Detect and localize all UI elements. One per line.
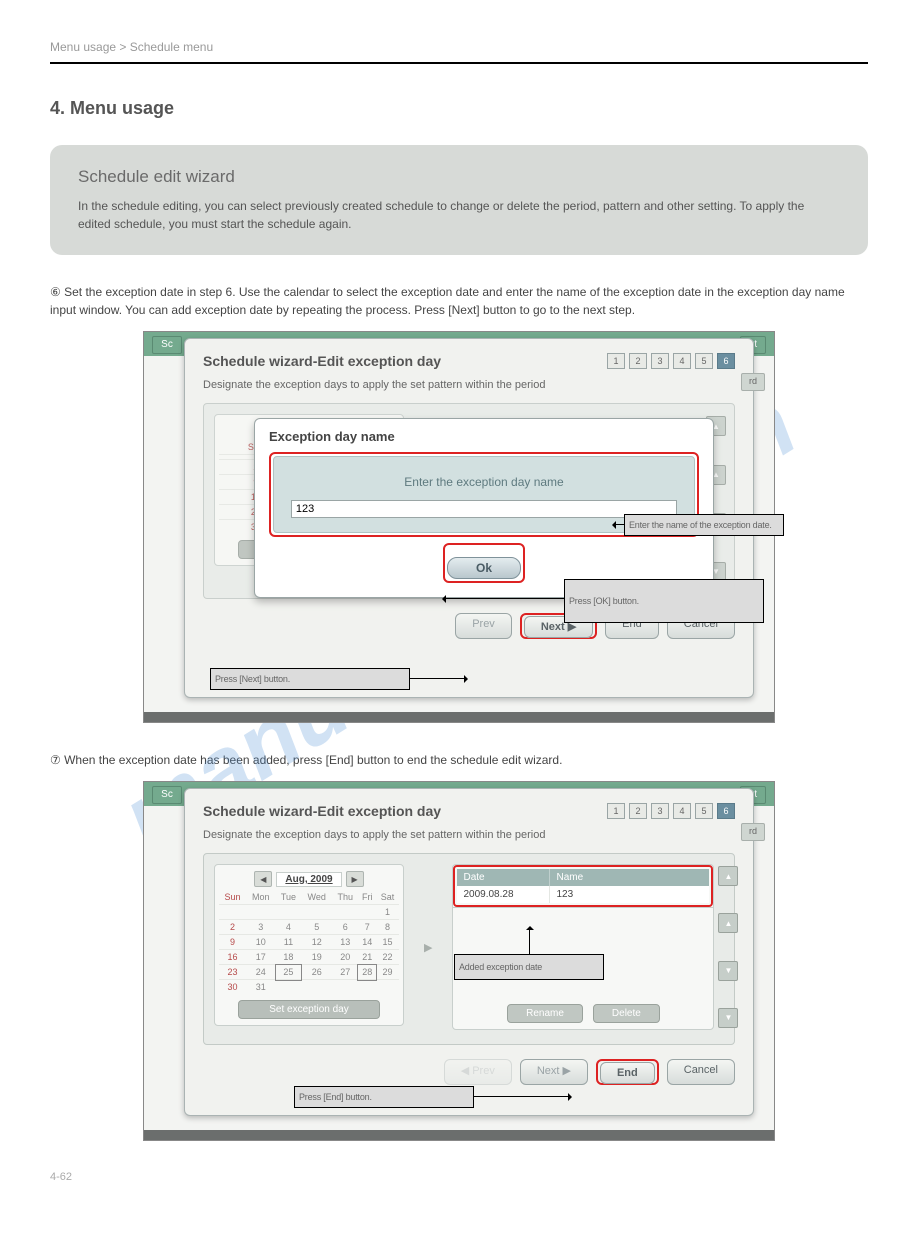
page-number: 4-62 [50,1171,868,1183]
next-button[interactable]: Next ▶ [520,1059,588,1085]
calendar-box: ◀ Aug, 2009 ▶ SunMonTueWedThuFriSat 1 23… [214,864,404,1026]
step-3[interactable]: 3 [651,803,669,819]
delete-button[interactable]: Delete [593,1004,660,1023]
prev-month-button[interactable]: ◀ [254,871,272,887]
callout-body: In the schedule editing, you can select … [78,197,840,233]
app-bottombar [144,712,774,722]
step-3[interactable]: 3 [651,353,669,369]
list-head-date: Date [457,869,550,886]
calendar-grid[interactable]: SunMonTueWedThuFriSat 1 2345678 91011121… [219,890,399,994]
tab-sc[interactable]: Sc [152,786,182,804]
set-exception-button[interactable]: Set exception day [238,1000,380,1019]
month-label[interactable]: Aug, 2009 [276,872,341,887]
step-2[interactable]: 2 [629,353,647,369]
step-2[interactable]: 2 [629,803,647,819]
wizard-desc: Designate the exception days to apply th… [203,829,735,841]
wizard-dialog: rd Schedule wizard-Edit exception day 1 … [184,788,754,1116]
end-button[interactable]: End [600,1062,655,1084]
list-head-name: Name [550,869,709,886]
scroll-col: ▲ ▲ ▼ ▼ [718,864,736,1030]
step-5[interactable]: 5 [695,803,713,819]
side-tab[interactable]: rd [741,373,765,391]
annot-line-3 [410,678,466,680]
step-indicator: 1 2 3 4 5 6 [607,353,735,369]
next-month-button[interactable]: ▶ [346,871,364,887]
callout-title: Schedule edit wizard [78,167,840,187]
annot-arrow-3 [464,675,472,683]
modal-title: Exception day name [269,429,699,444]
annot-added: Added exception date [454,954,604,980]
tab-sc[interactable]: Sc [152,336,182,354]
step-indicator: 1 2 3 4 5 6 [607,803,735,819]
step-1[interactable]: 1 [607,803,625,819]
list-wrap: Date Name 2009.08.28 123 Rename [452,864,714,1030]
annot-line-2 [444,598,564,600]
annot-end: Press [End] button. [294,1086,474,1108]
annot-input-name: Enter the name of the exception date. [624,514,784,536]
ok-button-highlight: Ok [443,543,525,583]
scroll-bottom-button[interactable]: ▼ [718,1008,738,1028]
step-5[interactable]: 5 [695,353,713,369]
wizard-panel: ◀ Aug, 2009 ▶ SunMonTueWedThuFriSat 1 23… [203,853,735,1045]
step-4[interactable]: 4 [673,353,691,369]
figure-2-wrap: Sc ut rd Schedule wizard-Edit exception … [50,781,868,1141]
step-4[interactable]: 4 [673,803,691,819]
callout-box: Schedule edit wizard In the schedule edi… [50,145,868,255]
prev-button[interactable]: Prev [455,613,512,639]
wizard-head: Schedule wizard-Edit exception day 1 2 3… [203,803,735,819]
exception-name-modal: Exception day name Enter the exception d… [254,418,714,598]
annot-line-5 [474,1096,570,1098]
annot-arrow-4 [526,922,534,930]
list-body [453,907,713,998]
wizard-title: Schedule wizard-Edit exception day [203,803,441,819]
end-button-highlight: End [596,1059,659,1085]
annot-ok: Press [OK] button. [564,579,764,623]
list-actions: Rename Delete [453,998,713,1029]
modal-prompt: Enter the exception day name [288,475,680,489]
month-nav: ◀ Aug, 2009 ▶ [219,871,399,887]
step-1[interactable]: 1 [607,353,625,369]
step6-instruction: ⑥ Set the exception date in step 6. Use … [50,283,868,319]
wizard-footer: ◀ Prev Next ▶ End Cancel [203,1059,735,1085]
annot-arrow-1 [608,521,616,529]
list-row-highlight: Date Name 2009.08.28 123 [453,865,713,907]
exception-list-box: Date Name 2009.08.28 123 Rename [452,864,714,1030]
annot-arrow-2 [438,595,446,603]
step7-instruction: ⑦ When the exception date has been added… [50,751,868,769]
rename-button[interactable]: Rename [507,1004,583,1023]
step-6[interactable]: 6 [717,353,735,369]
step-6[interactable]: 6 [717,803,735,819]
list-row[interactable]: 2009.08.28 123 [457,886,709,903]
chapter-title: 4. Menu usage [50,98,868,119]
modal-actions: Ok [269,543,699,583]
annot-arrow-5 [568,1093,576,1101]
ok-button[interactable]: Ok [447,557,521,579]
wizard-head: Schedule wizard-Edit exception day 1 2 3… [203,353,735,369]
app-bottombar [144,1130,774,1140]
wizard-title: Schedule wizard-Edit exception day [203,353,441,369]
screenshot-1: Sc ut rd Schedule wizard-Edit exception … [143,331,775,723]
scroll-down-button[interactable]: ▼ [718,961,738,981]
list-cell-name: 123 [550,886,709,903]
exception-name-input[interactable] [291,500,677,518]
breadcrumb: Menu usage > Schedule menu [50,40,868,54]
list-cell-date: 2009.08.28 [457,886,550,903]
cancel-button[interactable]: Cancel [667,1059,735,1085]
panel-arrow-icon: ▶ [424,941,432,954]
section-divider [50,62,868,64]
figure-1-wrap: Sc ut rd Schedule wizard-Edit exception … [50,331,868,723]
annot-next: Press [Next] button. [210,668,410,690]
screenshot-2: Sc ut rd Schedule wizard-Edit exception … [143,781,775,1141]
wizard-desc: Designate the exception days to apply th… [203,379,735,391]
scroll-up-button[interactable]: ▲ [718,913,738,933]
side-tab[interactable]: rd [741,823,765,841]
list-head: Date Name [457,869,709,886]
annot-line-4 [529,928,531,954]
document-page: manualshive.com Menu usage > Schedule me… [0,0,918,1243]
scroll-top-button[interactable]: ▲ [718,866,738,886]
